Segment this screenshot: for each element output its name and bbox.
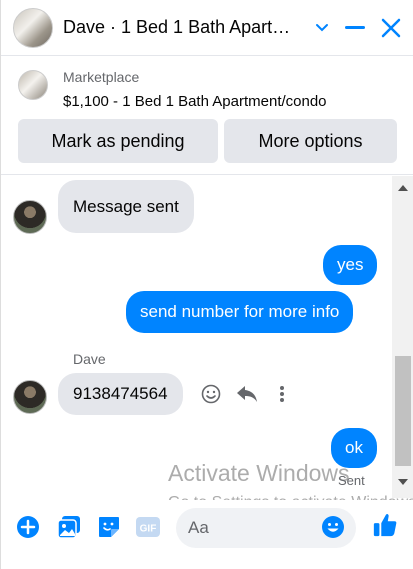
more-actions-icon[interactable]	[271, 383, 293, 405]
sender-name: Dave	[73, 351, 106, 367]
message-status: Sent	[338, 473, 365, 488]
avatar[interactable]	[13, 380, 47, 414]
chat-window: Dave · 1 Bed 1 Bath Apartment/condo Mark…	[0, 0, 413, 569]
gif-icon[interactable]: GIF	[135, 514, 161, 540]
message-bubble-outgoing[interactable]: send number for more info	[126, 291, 354, 333]
react-icon[interactable]	[200, 383, 222, 405]
image-icon[interactable]	[56, 514, 82, 540]
reply-icon[interactable]	[236, 383, 258, 405]
message-bubble-outgoing[interactable]: yes	[323, 245, 378, 285]
add-icon[interactable]	[15, 514, 41, 540]
close-icon[interactable]	[377, 14, 405, 42]
sticker-icon[interactable]	[96, 514, 122, 540]
avatar[interactable]	[13, 200, 47, 234]
thumbs-up-icon[interactable]	[372, 512, 398, 538]
listing-description[interactable]: $1,100 - 1 Bed 1 Bath Apartment/condo	[63, 93, 327, 110]
listing-avatar[interactable]	[13, 8, 53, 48]
chevron-down-icon[interactable]	[308, 14, 336, 42]
more-options-button[interactable]: More options	[224, 119, 397, 163]
message-list: Message sent yes send number for more in…	[1, 176, 393, 496]
scroll-down-arrow-icon[interactable]	[392, 474, 413, 490]
activation-watermark-title: Activate Windows	[168, 460, 350, 486]
marketplace-panel: Marketplace $1,100 - 1 Bed 1 Bath Apartm…	[1, 57, 413, 175]
chat-title[interactable]: Dave · 1 Bed 1 Bath Apartment/condo	[63, 17, 298, 38]
message-input[interactable]	[188, 508, 318, 548]
message-composer: GIF	[1, 500, 413, 569]
mark-as-pending-button[interactable]: Mark as pending	[18, 119, 218, 163]
chat-header: Dave · 1 Bed 1 Bath Apartment/condo	[1, 0, 413, 56]
emoji-icon[interactable]	[320, 514, 346, 540]
scrollbar-thumb[interactable]	[395, 356, 411, 466]
svg-text:GIF: GIF	[140, 524, 157, 535]
listing-thumbnail[interactable]	[18, 70, 48, 100]
scroll-up-arrow-icon[interactable]	[392, 180, 413, 196]
message-bubble-incoming[interactable]: 9138474564	[58, 373, 183, 415]
scrollbar[interactable]	[392, 176, 413, 498]
marketplace-label: Marketplace	[63, 69, 140, 85]
message-input-container[interactable]	[176, 508, 356, 548]
message-bubble-incoming[interactable]: Message sent	[58, 180, 194, 233]
minimize-icon[interactable]	[341, 14, 369, 42]
